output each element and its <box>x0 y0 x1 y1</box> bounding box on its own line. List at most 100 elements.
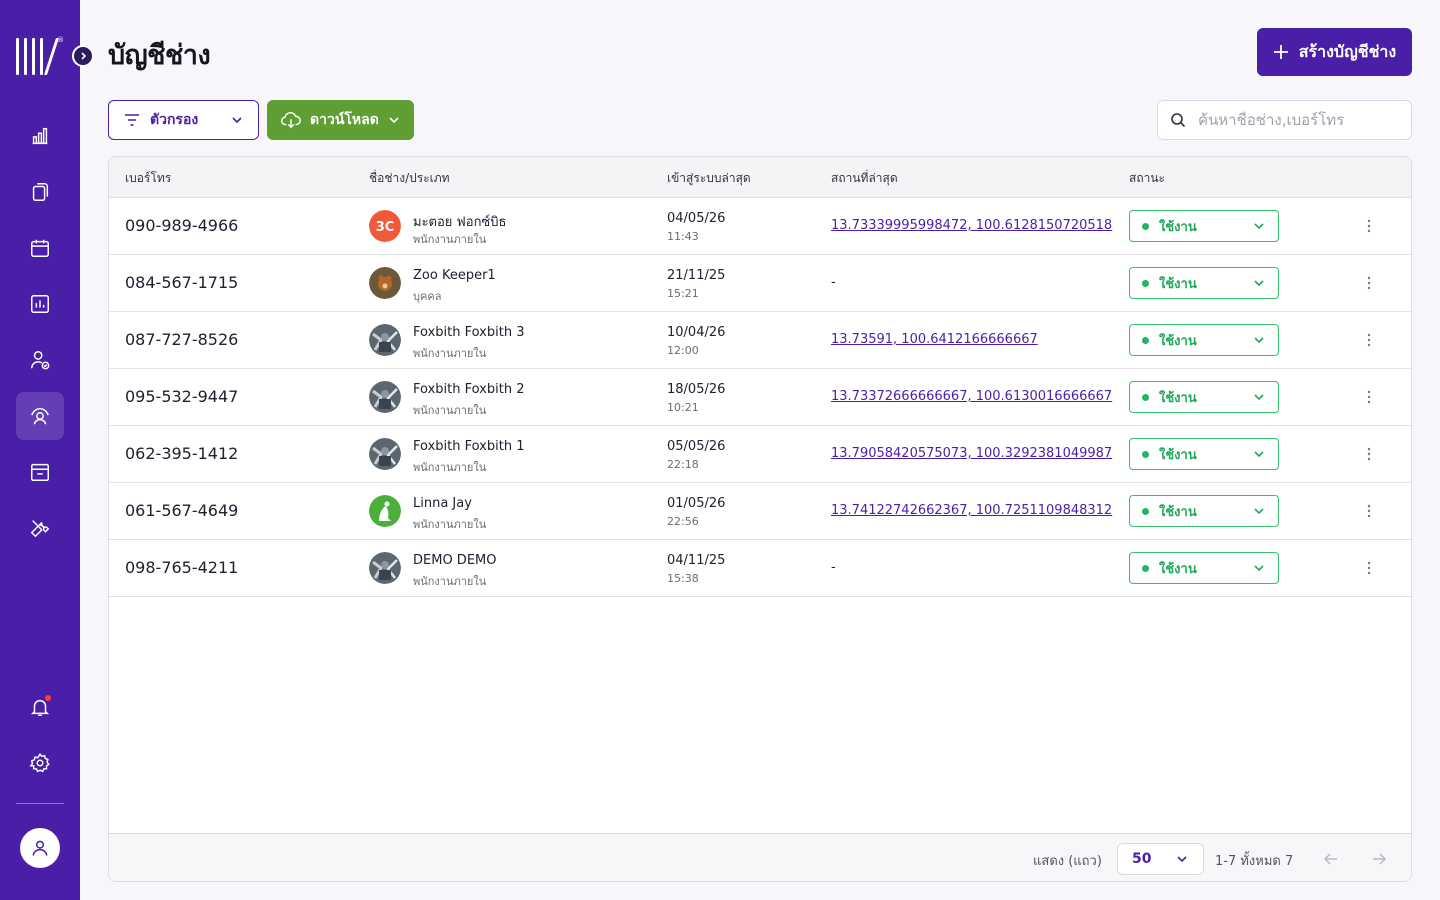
row-more-button[interactable] <box>1359 216 1379 236</box>
user-check-icon <box>31 351 50 370</box>
table-footer: แสดง (แถว) 50 1-7 ทั้งหมด 7 <box>109 833 1411 881</box>
chevron-down-icon <box>1254 451 1264 458</box>
nav-calendar[interactable] <box>16 224 64 272</box>
column-header-phone: เบอร์โทร <box>125 171 172 185</box>
download-label: ดาวน์โหลด <box>310 112 379 128</box>
chevron-down-icon <box>1177 856 1187 863</box>
status-label: ใช้งาน <box>1159 333 1197 349</box>
last-login-time: 22:18 <box>667 458 699 471</box>
row-more-button[interactable] <box>1359 501 1379 521</box>
gear-icon <box>29 753 50 773</box>
table-row[interactable]: 090-989-4966 3C มะตอย ฟอกซ์บิธ พนักงานภายใน… <box>109 198 1411 255</box>
app-logo[interactable]: ® <box>16 36 64 76</box>
last-login-time: 15:38 <box>667 572 699 585</box>
sidebar: ® <box>0 0 80 900</box>
last-login-time: 10:21 <box>667 401 699 414</box>
nav-settings[interactable] <box>16 739 64 787</box>
table-row[interactable]: 061-567-4649 Linna Jay พนักงานภายใน 01/05/2… <box>109 483 1411 540</box>
technician-name: Linna Jay <box>413 496 472 511</box>
table-row[interactable]: 062-395-1412 Foxbith Foxbith 1 พนักงานภายใ… <box>109 426 1411 483</box>
status-dot <box>1142 279 1149 287</box>
rows-per-page-select[interactable]: 50 <box>1117 843 1204 875</box>
technician-avatar <box>369 324 401 356</box>
arrow-left-icon <box>1323 853 1337 865</box>
table-row[interactable]: 098-765-4211 DEMO DEMO พนักงานภายใน 04/11/2… <box>109 540 1411 597</box>
nav-archive[interactable] <box>16 448 64 496</box>
user-avatar[interactable] <box>20 828 60 868</box>
technician-avatar <box>369 267 401 299</box>
last-location-link[interactable]: 13.79058420575073, 100.3292381049987 <box>831 446 1112 461</box>
sidebar-expand-button[interactable] <box>72 45 94 67</box>
filter-button[interactable]: ตัวกรอง <box>108 100 259 140</box>
previous-page-button[interactable] <box>1321 849 1341 869</box>
technician-avatar <box>369 381 401 413</box>
status-select[interactable]: ใช้งาน <box>1129 552 1279 584</box>
chevron-down-icon <box>389 117 399 124</box>
table-header: เบอร์โทร ชื่อช่าง/ประเภท เข้าสู่ระบบล่าส… <box>109 157 1411 198</box>
chevron-down-icon <box>1254 394 1264 401</box>
chevron-right-icon <box>81 52 87 60</box>
status-select[interactable]: ใช้งาน <box>1129 210 1279 242</box>
last-location-link[interactable]: 13.73339995998472, 100.6128150720518 <box>831 218 1112 233</box>
column-header-name: ชื่อช่าง/ประเภท <box>369 171 450 185</box>
nav-dashboard[interactable] <box>16 112 64 160</box>
table-row[interactable]: 095-532-9447 Foxbith Foxbith 2 พนักงานภายใ… <box>109 369 1411 426</box>
status-dot <box>1142 564 1149 572</box>
technician-type: พนักงานภายใน <box>413 518 487 531</box>
last-location-link[interactable]: 13.74122742662367, 100.7251109848312 <box>831 503 1112 518</box>
user-icon <box>32 840 48 856</box>
chevron-down-icon <box>1254 223 1264 230</box>
more-vertical-icon <box>1367 447 1371 461</box>
row-more-button[interactable] <box>1359 387 1379 407</box>
more-vertical-icon <box>1367 561 1371 575</box>
last-location-link[interactable]: 13.73372666666667, 100.6130016666667 <box>831 389 1112 404</box>
last-location-link: - <box>831 275 836 290</box>
phone-number: 061-567-4649 <box>125 501 239 520</box>
nav-reports[interactable] <box>16 280 64 328</box>
table-row[interactable]: 084-567-1715 Zoo Keeper1 บุคคล 21/11/25 15:2… <box>109 255 1411 312</box>
row-more-button[interactable] <box>1359 330 1379 350</box>
last-login-date: 01/05/26 <box>667 496 726 511</box>
status-label: ใช้งาน <box>1159 447 1197 463</box>
nav-documents[interactable] <box>16 168 64 216</box>
download-button[interactable]: ดาวน์โหลด <box>267 100 414 140</box>
next-page-button[interactable] <box>1369 849 1389 869</box>
technician-type: พนักงานภายใน <box>413 233 487 246</box>
chevron-down-icon <box>1254 337 1264 344</box>
status-select[interactable]: ใช้งาน <box>1129 267 1279 299</box>
last-login-date: 21/11/25 <box>667 268 726 283</box>
row-more-button[interactable] <box>1359 558 1379 578</box>
technician-avatar <box>369 495 401 527</box>
status-dot <box>1142 336 1149 344</box>
documents-icon <box>32 183 49 201</box>
status-select[interactable]: ใช้งาน <box>1129 324 1279 356</box>
nav-notifications[interactable] <box>16 683 64 731</box>
status-select[interactable]: ใช้งาน <box>1129 438 1279 470</box>
chevron-down-icon <box>1254 280 1264 287</box>
last-login-time: 12:00 <box>667 344 699 357</box>
last-login-time: 11:43 <box>667 230 699 243</box>
technician-avatar <box>369 552 401 584</box>
status-dot <box>1142 393 1149 401</box>
tools-icon <box>30 520 50 538</box>
search-box <box>1157 100 1412 140</box>
last-location-link[interactable]: 13.73591, 100.6412166666667 <box>831 332 1038 347</box>
status-label: ใช้งาน <box>1159 504 1197 520</box>
technician-type: พนักงานภายใน <box>413 461 487 474</box>
last-login-date: 04/05/26 <box>667 211 726 226</box>
status-select[interactable]: ใช้งาน <box>1129 495 1279 527</box>
technician-name: Foxbith Foxbith 2 <box>413 382 525 397</box>
nav-users[interactable] <box>16 336 64 384</box>
search-input[interactable] <box>1198 111 1398 129</box>
cloud-download-icon <box>280 111 301 129</box>
table-row[interactable]: 087-727-8526 Foxbith Foxbith 3 พนักงานภายใ… <box>109 312 1411 369</box>
row-more-button[interactable] <box>1359 273 1379 293</box>
row-more-button[interactable] <box>1359 444 1379 464</box>
create-account-button[interactable]: สร้างบัญชีช่าง <box>1257 28 1412 76</box>
filter-icon <box>125 114 139 126</box>
last-login-time: 15:21 <box>667 287 699 300</box>
column-header-location: สถานที่ล่าสุด <box>831 171 898 185</box>
nav-technicians[interactable] <box>16 392 64 440</box>
status-select[interactable]: ใช้งาน <box>1129 381 1279 413</box>
nav-tools[interactable] <box>16 504 64 552</box>
